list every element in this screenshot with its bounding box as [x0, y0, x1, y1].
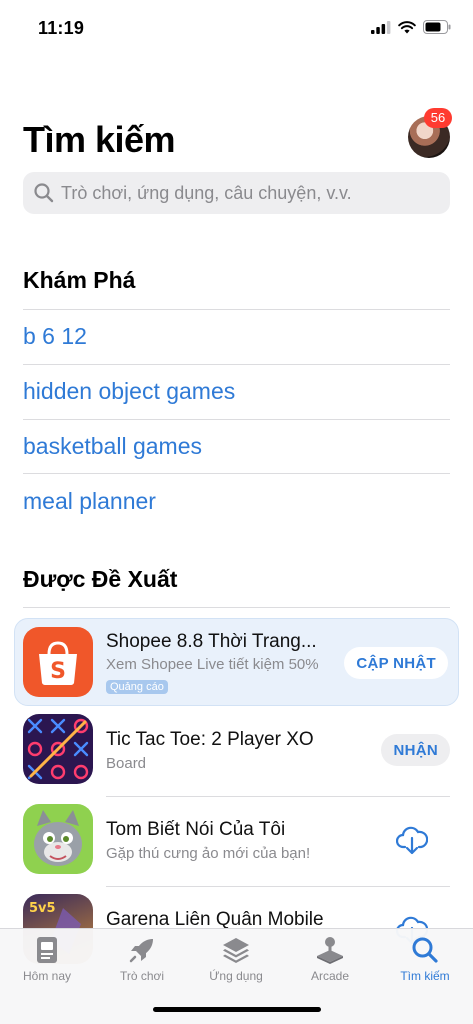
- explore-item[interactable]: basketball games: [23, 433, 450, 460]
- get-button[interactable]: NHẬN: [381, 734, 450, 766]
- tab-today[interactable]: Hôm nay: [2, 935, 92, 995]
- tab-label: Trò chơi: [119, 969, 165, 983]
- tab-label: Hôm nay: [22, 969, 72, 983]
- divider: [23, 607, 450, 608]
- notification-badge: 56: [424, 108, 452, 128]
- app-row-shopee[interactable]: S Shopee 8.8 Thời Trang... Xem Shopee Li…: [14, 618, 459, 706]
- app-name: Tic Tac Toe: 2 Player XO: [106, 729, 314, 750]
- explore-item[interactable]: b 6 12: [23, 323, 450, 350]
- download-cloud-icon[interactable]: [396, 826, 428, 856]
- tab-search[interactable]: Tìm kiếm: [380, 935, 470, 995]
- rocket-icon: [129, 939, 153, 963]
- tab-apps[interactable]: Ứng dụng: [191, 935, 281, 995]
- apps-stack-icon: [223, 938, 249, 963]
- suggested-section-title: Được Đề Xuất: [23, 566, 178, 592]
- search-input[interactable]: [61, 182, 450, 204]
- app-name: Tom Biết Nói Của Tôi: [106, 819, 286, 840]
- app-row-talking-tom[interactable]: Tom Biết Nói Của Tôi Gặp thú cưng ảo mới…: [23, 802, 450, 888]
- battery-icon: [423, 20, 451, 34]
- search-bar[interactable]: [23, 172, 450, 214]
- account-avatar-button[interactable]: 56: [408, 108, 452, 158]
- ad-tag: Quảng cáo: [106, 680, 168, 694]
- status-time: 11:19: [38, 18, 85, 38]
- page-title: Tìm kiếm: [23, 119, 176, 160]
- tictactoe-icon: [23, 714, 93, 784]
- home-indicator: [153, 1007, 321, 1012]
- divider: [23, 309, 450, 310]
- tab-label: Tìm kiếm: [400, 969, 450, 983]
- app-subtitle: Board: [106, 755, 147, 772]
- svg-text:5v5: 5v5: [29, 901, 56, 916]
- status-bar: 11:19: [0, 0, 473, 56]
- update-button[interactable]: CẬP NHẬT: [344, 647, 448, 679]
- divider: [23, 419, 450, 420]
- explore-item[interactable]: meal planner: [23, 488, 450, 515]
- divider: [23, 473, 450, 474]
- wifi-icon: [398, 20, 416, 33]
- explore-item[interactable]: hidden object games: [23, 378, 450, 405]
- status-icons: [371, 20, 451, 34]
- joystick-icon: [317, 937, 343, 964]
- divider: [106, 886, 450, 887]
- tab-label: Ứng dụng: [209, 969, 263, 983]
- talking-tom-icon: [23, 804, 93, 874]
- app-row-tictactoe[interactable]: Tic Tac Toe: 2 Player XO Board NHẬN: [23, 712, 450, 798]
- search-icon: [34, 183, 54, 203]
- explore-section-title: Khám Phá: [23, 267, 136, 293]
- app-subtitle: Gặp thú cưng ảo mới của bạn!: [106, 845, 311, 862]
- tab-label: Arcade: [310, 969, 350, 983]
- divider: [23, 364, 450, 365]
- app-name: Shopee 8.8 Thời Trang...: [106, 631, 317, 652]
- today-icon: [37, 937, 57, 963]
- page-header: Tìm kiếm 56: [23, 108, 452, 168]
- tab-games[interactable]: Trò chơi: [97, 935, 187, 995]
- svg-text:S: S: [50, 659, 66, 684]
- shopee-icon: S: [23, 627, 93, 697]
- cellular-signal-icon: [371, 20, 391, 34]
- divider: [106, 796, 450, 797]
- search-icon: [412, 937, 438, 963]
- tab-arcade[interactable]: Arcade: [285, 935, 375, 995]
- app-subtitle: Xem Shopee Live tiết kiệm 50%: [106, 656, 319, 673]
